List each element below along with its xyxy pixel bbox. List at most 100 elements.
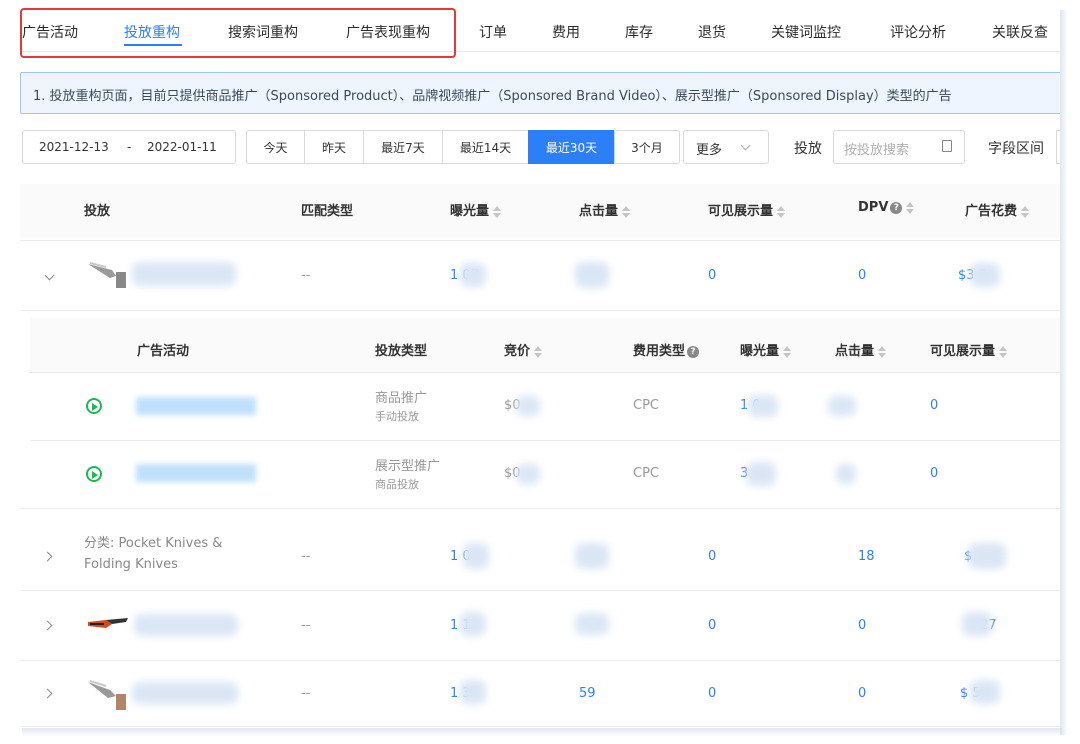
tab-review-analysis[interactable]: 评论分析 <box>890 22 946 42</box>
col-viewable-impressions[interactable]: 可见展示量 <box>708 200 786 219</box>
clicks-value: 59 <box>579 686 596 701</box>
range-3months-button[interactable]: 3个月 <box>614 130 680 164</box>
collapse-chevron-icon[interactable] <box>44 270 55 281</box>
sub-col-viewable-label: 可见展示量 <box>930 344 996 359</box>
col-target: 投放 <box>84 204 111 219</box>
match-type: -- <box>301 618 311 633</box>
row-divider <box>20 310 1060 311</box>
blurred-value <box>836 464 856 484</box>
sub-col-impressions-label: 曝光量 <box>740 344 780 359</box>
dpv-value: 0 <box>858 618 867 633</box>
fee-type: CPC <box>633 466 659 481</box>
sub-col-bid-label: 竞价 <box>504 344 531 359</box>
row-divider <box>20 726 1060 727</box>
col-ad-spend[interactable]: 广告花费 <box>965 200 1030 219</box>
tab-reverse-lookup[interactable]: 关联反查 <box>992 22 1048 42</box>
sort-icon[interactable] <box>999 345 1008 358</box>
blurred-value <box>748 395 778 417</box>
match-type: -- <box>301 549 311 564</box>
target-type-sub: 商品投放 <box>375 478 419 491</box>
clipboard-icon[interactable] <box>942 140 952 152</box>
sort-icon[interactable] <box>493 205 502 218</box>
range-today-button[interactable]: 今天 <box>246 130 305 164</box>
row-divider <box>20 590 1060 591</box>
more-label: 更多 <box>696 143 723 158</box>
row-divider <box>20 660 1060 661</box>
sub-col-impressions[interactable]: 曝光量 <box>740 340 792 359</box>
frame-shadow <box>1060 10 1068 735</box>
sub-col-viewable[interactable]: 可见展示量 <box>930 340 1008 359</box>
viewable-impr-value: 0 <box>708 549 717 564</box>
target-search-input[interactable]: 按投放搜索 <box>833 130 965 164</box>
help-icon[interactable]: ? <box>890 201 903 214</box>
tab-returns[interactable]: 退货 <box>698 22 726 42</box>
blurred-value <box>460 612 486 636</box>
expand-chevron-icon[interactable] <box>42 620 53 631</box>
notice-text: 1. 投放重构页面，目前只提供商品推广（Sponsored Product）、品… <box>33 89 952 104</box>
active-status-icon <box>86 398 102 414</box>
sort-icon[interactable] <box>777 205 786 218</box>
sub-viewable: 0 <box>930 466 939 481</box>
blurred-value <box>828 396 856 416</box>
col-clicks[interactable]: 点击量 <box>579 200 631 219</box>
expand-chevron-icon[interactable] <box>42 551 53 562</box>
target-type: 商品推广 <box>375 391 428 406</box>
tab-inventory[interactable]: 库存 <box>625 22 653 42</box>
date-end: 2022-01-11 <box>147 140 217 154</box>
sub-col-fee-type[interactable]: 费用类型? <box>633 340 700 359</box>
viewable-impr-value: 0 <box>708 268 717 283</box>
col-clicks-label: 点击量 <box>579 204 619 219</box>
col-impressions[interactable]: 曝光量 <box>450 200 502 219</box>
match-type: -- <box>301 686 311 701</box>
sort-icon[interactable] <box>783 345 792 358</box>
highlight-box <box>20 8 456 58</box>
category-label[interactable]: 分类: Pocket Knives & Folding Knives <box>84 533 244 575</box>
col-viewable-label: 可见展示量 <box>708 204 774 219</box>
blurred-value <box>460 263 486 287</box>
blurred-campaign-name <box>136 397 256 415</box>
tab-fees[interactable]: 费用 <box>552 22 580 42</box>
blurred-value <box>970 263 1000 287</box>
date-range-picker[interactable]: 2021-12-13 - 2022-01-11 <box>22 130 236 164</box>
dpv-value: 0 <box>858 686 867 701</box>
help-icon[interactable]: ? <box>687 345 700 358</box>
blurred-value <box>970 680 1000 704</box>
sub-col-fee-type-label: 费用类型 <box>633 344 686 359</box>
blurred-value <box>463 543 489 569</box>
col-impressions-label: 曝光量 <box>450 204 490 219</box>
range-7days-button[interactable]: 最近7天 <box>363 130 443 164</box>
range-30days-button[interactable]: 最近30天 <box>528 130 615 164</box>
col-match-type: 匹配类型 <box>301 204 354 219</box>
viewable-impr-value: 0 <box>708 618 717 633</box>
blurred-value <box>575 613 609 635</box>
product-thumbnail[interactable] <box>86 612 130 636</box>
tab-orders[interactable]: 订单 <box>479 22 507 42</box>
col-dpv[interactable]: DPV? <box>858 200 915 215</box>
range-yesterday-button[interactable]: 昨天 <box>304 130 364 164</box>
sub-col-bid[interactable]: 竞价 <box>504 340 543 359</box>
sort-icon[interactable] <box>878 345 887 358</box>
sub-col-campaign: 广告活动 <box>137 344 190 359</box>
date-range-buttons: 今天 昨天 最近7天 最近14天 最近30天 3个月 <box>246 130 680 164</box>
sort-icon[interactable] <box>622 205 631 218</box>
sort-icon[interactable] <box>534 345 543 358</box>
blurred-value <box>575 543 609 569</box>
sub-viewable: 0 <box>930 398 939 413</box>
blurred-target-name <box>134 614 238 636</box>
blurred-value <box>460 680 486 704</box>
blurred-value <box>516 464 540 484</box>
blurred-value <box>746 462 776 486</box>
match-type: -- <box>301 268 311 283</box>
tab-keyword-monitor[interactable]: 关键词监控 <box>771 22 841 42</box>
product-thumbnail[interactable] <box>86 676 136 712</box>
expand-chevron-icon[interactable] <box>42 688 53 699</box>
dpv-value: 0 <box>858 268 867 283</box>
sort-icon[interactable] <box>1021 205 1030 218</box>
product-thumbnail[interactable] <box>86 258 136 290</box>
target-type-sub: 手动投放 <box>375 410 419 423</box>
sub-col-clicks[interactable]: 点击量 <box>835 340 887 359</box>
range-14days-button[interactable]: 最近14天 <box>442 130 529 164</box>
sub-col-target-type: 投放类型 <box>375 344 428 359</box>
sort-icon[interactable] <box>906 201 915 214</box>
more-dropdown[interactable]: 更多 <box>683 130 769 164</box>
